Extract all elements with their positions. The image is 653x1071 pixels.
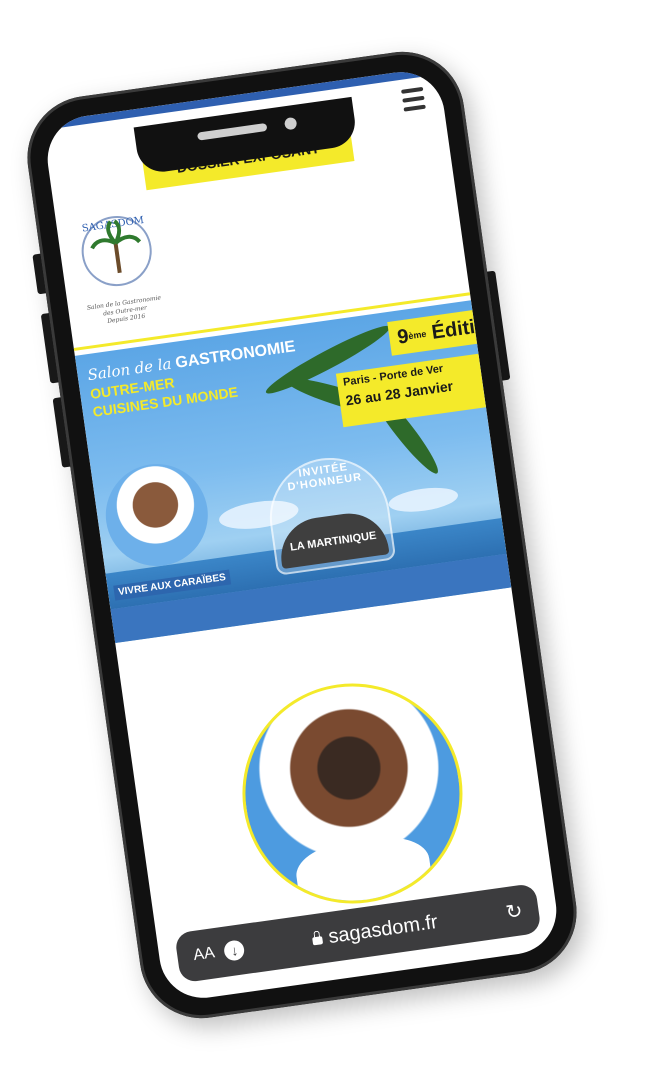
url-text: sagasdom.fr	[326, 910, 439, 948]
edition-badge: 9 ème Éditi	[387, 309, 484, 356]
venue-badge: Paris - Porte de Ver 26 au 28 Janvier	[335, 352, 492, 428]
chef-portrait	[228, 669, 477, 918]
phone-mockup: DOSSIER EXPOSANT SAGASDOM Salon de la Ga…	[19, 43, 585, 1027]
camera-dot	[283, 116, 298, 131]
event-banner[interactable]: Salon de la GASTRONOMIE OUTRE-MER CUISIN…	[74, 300, 512, 644]
sagasdom-logo[interactable]: SAGASDOM Salon de la Gastronomie des Out…	[69, 204, 169, 335]
speaker-grille	[196, 122, 268, 141]
hamburger-menu-icon[interactable]	[401, 86, 427, 117]
text-size-button[interactable]: AA	[192, 944, 216, 965]
banner-headline: Salon de la GASTRONOMIE OUTRE-MER CUISIN…	[86, 337, 301, 421]
lock-icon	[312, 936, 324, 946]
cloud	[387, 484, 460, 516]
chef-portrait-small	[99, 457, 215, 573]
guest-of-honour-emblem: INVITÉE D'HONNEUR LA MARTINIQUE	[262, 450, 397, 576]
edition-word: Éditi	[430, 315, 477, 344]
edition-suffix: ème	[407, 328, 428, 342]
phone-frame: DOSSIER EXPOSANT SAGASDOM Salon de la Ga…	[19, 43, 585, 1027]
reload-icon[interactable]: ↻	[504, 898, 524, 925]
url-field[interactable]: sagasdom.fr	[243, 901, 508, 961]
phone-screen: DOSSIER EXPOSANT SAGASDOM Salon de la Ga…	[42, 66, 562, 1004]
download-icon[interactable]: ↓	[223, 939, 246, 962]
